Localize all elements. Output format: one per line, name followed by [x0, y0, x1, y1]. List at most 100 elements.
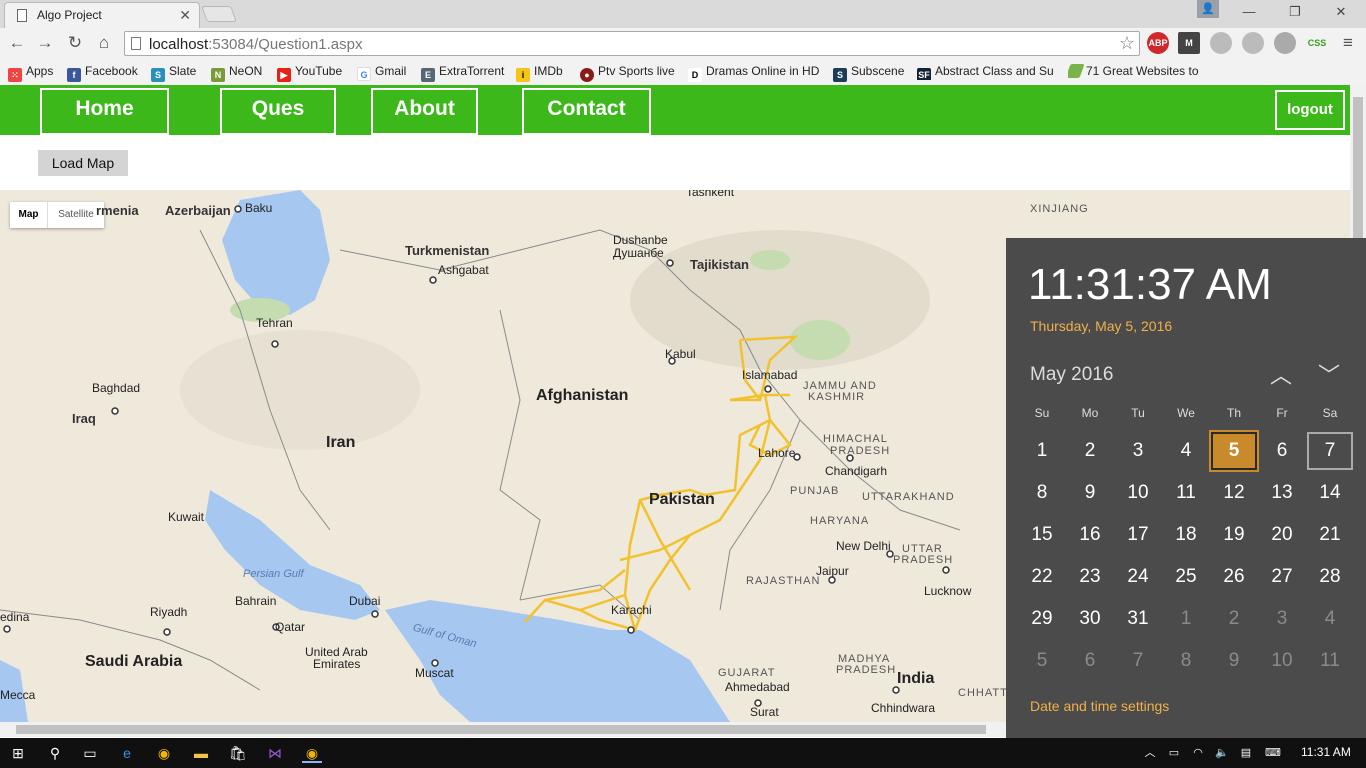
calendar-day[interactable]: 1 [1019, 432, 1065, 470]
bookmark-facebook[interactable]: f Facebook [67, 62, 138, 82]
calendar-day[interactable]: 1 [1163, 600, 1209, 638]
clock-date[interactable]: Thursday, May 5, 2016 [1030, 318, 1172, 334]
calendar-day[interactable]: 31 [1115, 600, 1161, 638]
scrollbar-thumb[interactable] [16, 725, 986, 734]
home-icon[interactable]: ⌂ [93, 32, 115, 54]
bookmark-dramas-online[interactable]: D Dramas Online in HD [688, 62, 819, 82]
chevron-down-icon[interactable]: ﹀ [1318, 358, 1340, 390]
calendar-day[interactable]: 6 [1259, 432, 1305, 470]
show-hidden-icons[interactable]: ︿ [1140, 743, 1160, 763]
calendar-day[interactable]: 3 [1259, 600, 1305, 638]
calendar-day[interactable]: 5 [1019, 642, 1065, 680]
search-icon[interactable]: ⚲ [45, 743, 65, 763]
edge-icon[interactable]: e [117, 743, 137, 763]
page-info-icon[interactable] [131, 37, 141, 50]
calendar-day[interactable]: 30 [1067, 600, 1113, 638]
volume-icon[interactable]: 🔈 [1212, 743, 1232, 763]
bookmark-youtube[interactable]: ▶ YouTube [277, 62, 342, 82]
bookmark-star-icon[interactable]: ☆ [1119, 33, 1135, 54]
calendar-day[interactable]: 12 [1211, 474, 1257, 512]
calendar-day[interactable]: 9 [1067, 474, 1113, 512]
bookmark-neon[interactable]: N NeON [211, 62, 262, 82]
adblock-extension-icon[interactable]: ABP [1147, 32, 1169, 54]
bookmark-apps[interactable]: ⁙ Apps [8, 62, 53, 82]
restore-icon[interactable]: ❐ [1272, 2, 1318, 24]
calendar-day[interactable]: 23 [1067, 558, 1113, 596]
horizontal-scrollbar[interactable] [0, 722, 1006, 737]
extension-icon[interactable] [1242, 32, 1264, 54]
calendar-day[interactable]: 11 [1307, 642, 1353, 680]
calendar-day[interactable]: 4 [1163, 432, 1209, 470]
new-tab-button[interactable] [201, 6, 237, 22]
nav-about[interactable]: About [371, 88, 478, 135]
calendar-day[interactable]: 26 [1211, 558, 1257, 596]
css-extension-icon[interactable]: CSS [1306, 32, 1328, 54]
calendar-day[interactable]: 21 [1307, 516, 1353, 554]
m-extension-icon[interactable]: M [1178, 32, 1200, 54]
address-bar[interactable]: localhost:53084/Question1.aspx ☆ [124, 31, 1140, 56]
windows-start-icon[interactable]: ⊞ [8, 743, 28, 763]
calendar-day[interactable]: 16 [1067, 516, 1113, 554]
calendar-day[interactable]: 4 [1307, 600, 1353, 638]
action-center-icon[interactable]: ▤ [1236, 743, 1256, 763]
chrome-active-icon[interactable]: ◉ [302, 743, 322, 763]
user-icon[interactable]: 👤 [1197, 0, 1219, 18]
bookmark-gmail[interactable]: G Gmail [357, 62, 406, 81]
bookmark-abstract-class[interactable]: SF Abstract Class and Su [917, 62, 1057, 80]
calendar-day[interactable]: 18 [1163, 516, 1209, 554]
extension-icon[interactable] [1274, 32, 1296, 54]
map-view-button[interactable]: Map [10, 202, 48, 228]
calendar-day[interactable]: 24 [1115, 558, 1161, 596]
bookmark-imdb[interactable]: i IMDb [516, 62, 563, 82]
menu-icon[interactable]: ≡ [1337, 32, 1359, 54]
calendar-month[interactable]: May 2016 [1030, 364, 1113, 386]
calendar-day[interactable]: 2 [1067, 432, 1113, 470]
chevron-up-icon[interactable]: ︿ [1270, 358, 1292, 390]
bookmark-subscene[interactable]: S Subscene [833, 62, 904, 82]
calendar-day[interactable]: 10 [1115, 474, 1161, 512]
minimize-icon[interactable]: — [1226, 2, 1272, 24]
calendar-day[interactable]: 22 [1019, 558, 1065, 596]
back-icon[interactable]: ← [6, 32, 28, 54]
calendar-day[interactable]: 6 [1067, 642, 1113, 680]
calendar-day[interactable]: 9 [1211, 642, 1257, 680]
calendar-day[interactable]: 20 [1259, 516, 1305, 554]
close-tab-icon[interactable]: ✕ [179, 7, 191, 24]
bookmark-ptv-sports[interactable]: ● Ptv Sports live [580, 62, 675, 82]
battery-icon[interactable]: ▭ [1164, 743, 1184, 763]
bookmark-extratorrent[interactable]: E ExtraTorrent [421, 62, 504, 82]
wifi-icon[interactable]: ◠ [1188, 743, 1208, 763]
calendar-day[interactable]: 28 [1307, 558, 1353, 596]
calendar-day[interactable]: 7 [1307, 432, 1353, 470]
calendar-day[interactable]: 5 [1209, 430, 1259, 472]
tray-clock[interactable]: 11:31 AM [1301, 745, 1351, 759]
file-explorer-icon[interactable]: ▬ [191, 743, 211, 763]
calendar-day[interactable]: 2 [1211, 600, 1257, 638]
visual-studio-icon[interactable]: ⋈ [265, 743, 285, 763]
calendar-day[interactable]: 13 [1259, 474, 1305, 512]
calendar-day[interactable]: 7 [1115, 642, 1161, 680]
date-time-settings-link[interactable]: Date and time settings [1030, 698, 1169, 714]
calendar-day[interactable]: 25 [1163, 558, 1209, 596]
extension-icon[interactable] [1210, 32, 1232, 54]
calendar-day[interactable]: 27 [1259, 558, 1305, 596]
calendar-day[interactable]: 29 [1019, 600, 1065, 638]
keyboard-icon[interactable]: ⌨ [1263, 743, 1283, 763]
calendar-day[interactable]: 8 [1163, 642, 1209, 680]
nav-home[interactable]: Home [40, 88, 169, 135]
calendar-day[interactable]: 14 [1307, 474, 1353, 512]
logout-button[interactable]: logout [1275, 90, 1345, 130]
bookmark-71-websites[interactable]: 71 Great Websites to [1068, 62, 1208, 80]
bookmark-slate[interactable]: S Slate [151, 62, 196, 82]
nav-contact[interactable]: Contact [522, 88, 651, 135]
store-icon[interactable]: 🛍 [228, 743, 248, 763]
task-view-icon[interactable]: ▭ [80, 743, 100, 763]
calendar-day[interactable]: 10 [1259, 642, 1305, 680]
calendar-day[interactable]: 3 [1115, 432, 1161, 470]
reload-icon[interactable]: ↻ [64, 32, 86, 54]
calendar-day[interactable]: 8 [1019, 474, 1065, 512]
chrome-icon[interactable]: ◉ [154, 743, 174, 763]
browser-tab[interactable]: Algo Project ✕ [4, 2, 200, 28]
load-map-button[interactable]: Load Map [38, 150, 128, 176]
close-window-icon[interactable]: ✕ [1318, 2, 1364, 24]
